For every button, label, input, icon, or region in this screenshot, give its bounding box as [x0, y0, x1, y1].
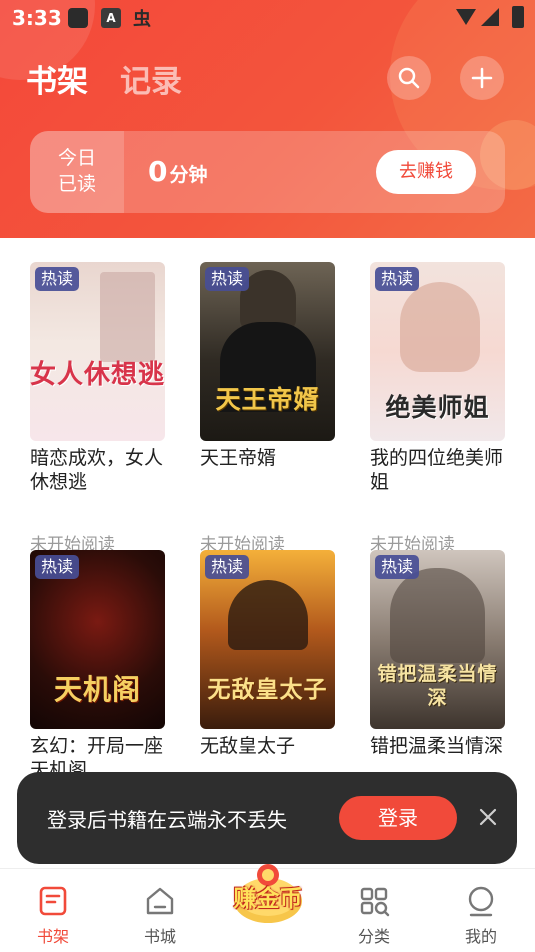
wifi-icon	[456, 9, 476, 25]
hot-badge: 热读	[35, 267, 80, 291]
earn-coins-label: 赚金币	[233, 886, 303, 912]
tab-bookshelf[interactable]: 书架	[26, 56, 88, 101]
search-button[interactable]	[387, 56, 431, 100]
nav-profile[interactable]: 我的	[441, 869, 521, 952]
cover-title-text: 天王帝婿	[215, 385, 320, 414]
reading-time-card: 今日 已读 0 分钟 去赚钱	[30, 131, 505, 213]
book-title[interactable]: 无敌皇太子	[200, 734, 335, 758]
hot-badge: 热读	[205, 555, 250, 579]
signal-icon	[481, 8, 499, 26]
minutes-unit: 分钟	[169, 164, 208, 186]
profile-icon	[468, 886, 494, 917]
add-book-button[interactable]	[460, 56, 504, 100]
today-label-box: 今日 已读	[30, 131, 124, 213]
nav-label: 分类	[357, 927, 390, 946]
cover-decoration	[390, 568, 485, 663]
cover-decoration	[100, 272, 155, 362]
nav-category[interactable]: 分类	[334, 869, 414, 952]
reading-minutes: 0 分钟	[148, 155, 208, 188]
category-grid-icon	[360, 887, 390, 917]
hot-badge: 热读	[375, 267, 420, 291]
battery-icon	[512, 6, 524, 28]
hot-badge: 热读	[205, 267, 250, 291]
book-cover[interactable]: 女人休想逃 热读	[30, 262, 165, 441]
bottom-tab-bar: 书架 书城 赚金币 分类 我的	[0, 864, 535, 952]
bug-notification-icon: 虫	[133, 9, 151, 30]
book-cover[interactable]: 天王帝婿 热读	[200, 262, 335, 441]
cover-title-text: 绝美师姐	[385, 393, 490, 422]
hot-badge: 热读	[375, 555, 420, 579]
nav-label: 我的	[464, 927, 497, 946]
earn-coins-button[interactable]: 赚金币	[222, 857, 314, 931]
book-title[interactable]: 错把温柔当情深	[370, 734, 505, 758]
app-notification-icon	[68, 8, 88, 28]
cover-title-text: 天机阁	[53, 673, 141, 706]
cover-decoration	[400, 282, 480, 372]
today-label-line1: 今日	[57, 147, 96, 169]
cover-decoration	[228, 580, 308, 650]
status-time: 3:33	[12, 6, 62, 30]
nav-bookstore[interactable]: 书城	[120, 869, 200, 952]
plus-icon	[471, 67, 493, 89]
nav-label: 书城	[143, 927, 176, 946]
status-bar: 3:33 A 虫	[0, 0, 535, 36]
cover-title-text: 女人休想逃	[30, 360, 165, 390]
close-icon[interactable]	[477, 806, 499, 828]
book-cover[interactable]: 天机阁 热读	[30, 550, 165, 729]
hot-badge: 热读	[35, 555, 80, 579]
search-icon	[398, 67, 420, 89]
nav-label: 书架	[36, 927, 69, 946]
login-prompt-message: 登录后书籍在云端永不丢失	[47, 808, 287, 832]
book-cover[interactable]: 无敌皇太子 热读	[200, 550, 335, 729]
cover-title-text: 错把温柔当情深	[377, 663, 498, 709]
cover-title-text: 无敌皇太子	[207, 676, 328, 703]
book-cover[interactable]: 错把温柔当情深 热读	[370, 550, 505, 729]
book-title[interactable]: 天王帝婿	[200, 446, 335, 470]
login-button[interactable]: 登录	[339, 796, 457, 840]
header: 3:33 A 虫 书架 记录 今日 已读 0 分钟 去赚钱	[0, 0, 535, 238]
nav-bookshelf[interactable]: 书架	[13, 869, 93, 952]
login-prompt-toast: 登录后书籍在云端永不丢失 登录	[17, 772, 517, 864]
a-notification-icon: A	[101, 8, 121, 28]
bookshelf-icon	[39, 886, 67, 916]
book-title[interactable]: 暗恋成欢，女人休想逃	[30, 446, 165, 494]
minutes-value: 0	[148, 155, 168, 188]
book-title[interactable]: 我的四位绝美师姐	[370, 446, 505, 494]
today-label: 今日 已读	[30, 145, 124, 197]
earn-money-button[interactable]: 去赚钱	[376, 150, 476, 194]
today-label-line2: 已读	[57, 173, 96, 195]
store-icon	[146, 887, 174, 915]
book-cover[interactable]: 绝美师姐 热读	[370, 262, 505, 441]
tab-history[interactable]: 记录	[120, 56, 182, 101]
